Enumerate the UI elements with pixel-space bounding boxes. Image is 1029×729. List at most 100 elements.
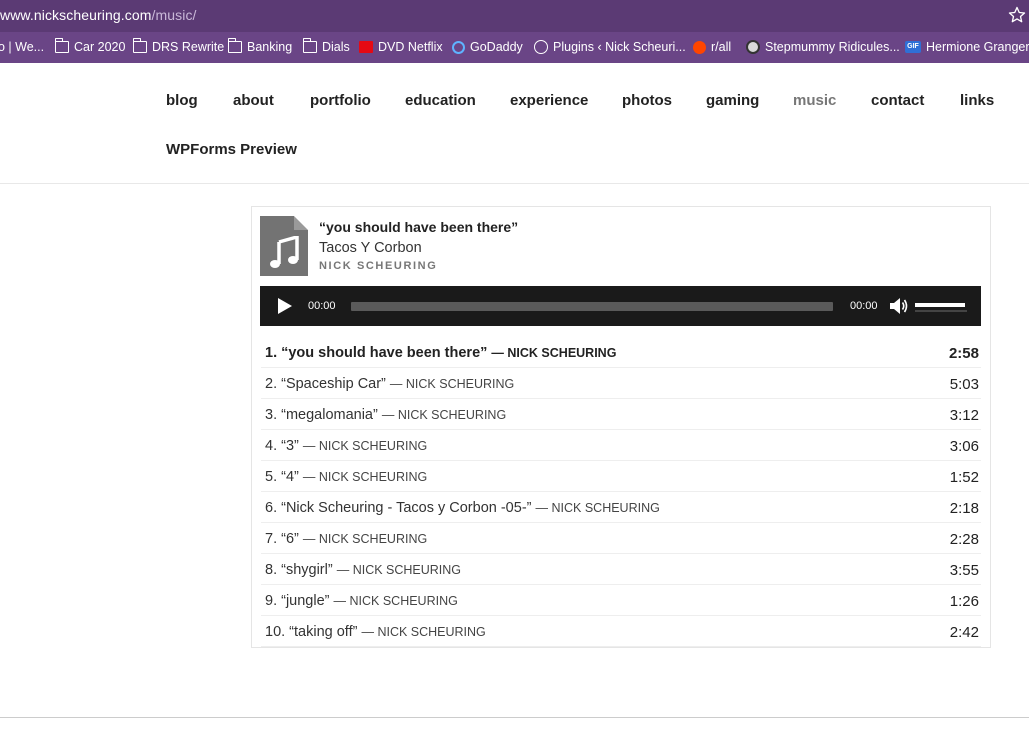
track-row[interactable]: 1. “you should have been there” — NICK S… <box>261 337 981 368</box>
bookmark-folder-car-2020[interactable]: Car 2020 <box>54 38 126 54</box>
bookmark-godaddy[interactable]: GoDaddy <box>452 40 523 54</box>
track-title: 3. “megalomania” — NICK SCHEURING <box>265 407 506 423</box>
nav-item-photos[interactable]: photos <box>622 92 672 109</box>
track-artist: — NICK SCHEURING <box>333 594 458 608</box>
bookmark-label: GoDaddy <box>470 40 523 54</box>
bookmark-item[interactable]: o | We... <box>0 40 44 54</box>
track-artist: — NICK SCHEURING <box>491 346 617 360</box>
url-host: www.nickscheuring.com <box>0 7 152 23</box>
nav-item-education[interactable]: education <box>405 92 476 109</box>
url-text[interactable]: www.nickscheuring.com/music/ <box>0 7 197 23</box>
track-title: 6. “Nick Scheuring - Tacos y Corbon -05-… <box>265 500 660 516</box>
nav-item-experience[interactable]: experience <box>510 92 588 109</box>
track-row[interactable]: 6. “Nick Scheuring - Tacos y Corbon -05-… <box>261 492 981 523</box>
track-length: 2:58 <box>948 345 979 362</box>
reddit-icon <box>693 40 706 54</box>
nav-item-portfolio[interactable]: portfolio <box>310 92 371 109</box>
now-playing-album: Tacos Y Corbon <box>319 240 422 256</box>
track-length: 2:42 <box>949 624 979 641</box>
nav-item-about[interactable]: about <box>233 92 274 109</box>
track-row[interactable]: 8. “shygirl” — NICK SCHEURING 3:55 <box>261 554 981 585</box>
track-artist: — NICK SCHEURING <box>535 501 660 515</box>
track-length: 1:52 <box>949 469 979 486</box>
bookmark-plugins[interactable]: Plugins ‹ Nick Scheuri... <box>534 40 686 54</box>
bookmark-label: Stepmummy Ridicules... <box>765 40 900 54</box>
track-row[interactable]: 2. “Spaceship Car” — NICK SCHEURING 5:03 <box>261 368 981 399</box>
audio-playlist: “you should have been there” Tacos Y Cor… <box>251 206 991 648</box>
track-name: 3. “megalomania” <box>265 407 378 423</box>
bookmark-label: Car 2020 <box>74 40 126 54</box>
track-row[interactable]: 3. “megalomania” — NICK SCHEURING 3:12 <box>261 399 981 430</box>
track-title: 1. “you should have been there” — NICK S… <box>265 345 616 361</box>
site-nav: blog about portfolio education experienc… <box>0 63 1029 184</box>
bookmark-dvd-netflix[interactable]: DVD Netflix <box>359 40 443 54</box>
nav-item-wpforms-preview[interactable]: WPForms Preview <box>166 141 297 158</box>
track-row[interactable]: 7. “6” — NICK SCHEURING 2:28 <box>261 523 981 554</box>
track-name: 4. “3” <box>265 438 299 454</box>
play-button[interactable] <box>278 298 292 314</box>
godaddy-icon <box>452 40 465 54</box>
bookmark-stepmummy[interactable]: Stepmummy Ridicules... <box>746 40 900 54</box>
bookmark-hermione[interactable]: GIF Hermione Granger <box>905 40 1029 54</box>
nav-item-contact[interactable]: contact <box>871 92 924 109</box>
track-row[interactable]: 10. “taking off” — NICK SCHEURING 2:42 <box>261 616 981 647</box>
track-name: 7. “6” <box>265 531 299 547</box>
track-length: 2:18 <box>949 500 979 517</box>
bookmark-label: Dials <box>322 40 350 54</box>
nav-item-blog[interactable]: blog <box>166 92 198 109</box>
track-name: 6. “Nick Scheuring - Tacos y Corbon -05-… <box>265 500 532 516</box>
track-row[interactable]: 9. “jungle” — NICK SCHEURING 1:26 <box>261 585 981 616</box>
track-name: 2. “Spaceship Car” <box>265 376 386 392</box>
panda-icon <box>746 40 760 54</box>
track-name: 8. “shygirl” <box>265 562 333 578</box>
bookmark-reddit-all[interactable]: r/all <box>693 40 731 54</box>
nav-item-links[interactable]: links <box>960 92 994 109</box>
bookmark-star-icon[interactable] <box>1007 5 1027 25</box>
bookmark-folder-banking[interactable]: Banking <box>227 38 293 54</box>
track-title: 5. “4” — NICK SCHEURING <box>265 469 427 485</box>
bookmark-label: DVD Netflix <box>378 40 443 54</box>
nav-item-music[interactable]: music <box>793 92 836 109</box>
globe-icon <box>534 40 548 54</box>
folder-icon <box>227 38 242 53</box>
track-length: 3:12 <box>949 407 979 424</box>
track-name: 9. “jungle” <box>265 593 330 609</box>
track-list: 1. “you should have been there” — NICK S… <box>261 337 981 647</box>
browser-url-bar[interactable]: www.nickscheuring.com/music/ <box>0 0 1029 32</box>
bookmark-label: Banking <box>247 40 293 54</box>
volume-icon[interactable] <box>889 297 909 315</box>
track-artist: — NICK SCHEURING <box>302 470 428 484</box>
track-row[interactable]: 4. “3” — NICK SCHEURING 3:06 <box>261 430 981 461</box>
nav-item-gaming[interactable]: gaming <box>706 92 759 109</box>
track-title: 4. “3” — NICK SCHEURING <box>265 438 427 454</box>
now-playing-title: “you should have been there” <box>319 219 519 235</box>
track-name: 1. “you should have been there” <box>265 345 488 361</box>
track-length: 5:03 <box>949 376 979 393</box>
track-artist: — NICK SCHEURING <box>302 439 428 453</box>
folder-icon <box>132 38 147 53</box>
track-name: 10. “taking off” <box>265 624 358 640</box>
bookmark-folder-dials[interactable]: Dials <box>302 38 350 54</box>
current-time: 00:00 <box>308 300 336 312</box>
volume-slider[interactable] <box>915 303 967 312</box>
track-name: 5. “4” <box>265 469 299 485</box>
track-artist: — NICK SCHEURING <box>361 625 486 639</box>
duration-time: 00:00 <box>850 300 878 312</box>
track-title: 9. “jungle” — NICK SCHEURING <box>265 593 458 609</box>
bookmark-label: Plugins ‹ Nick Scheuri... <box>553 40 686 54</box>
track-artist: — NICK SCHEURING <box>381 408 507 422</box>
track-artist: — NICK SCHEURING <box>336 563 462 577</box>
track-title: 10. “taking off” — NICK SCHEURING <box>265 624 486 640</box>
bookmark-folder-drs-rewrite[interactable]: DRS Rewrite <box>132 38 225 54</box>
seek-bar[interactable] <box>351 302 833 311</box>
bookmark-label: Hermione Granger <box>926 40 1029 54</box>
bookmarks-bar: o | We... Car 2020 DRS Rewrite Banking D… <box>0 32 1029 63</box>
audio-player: 00:00 00:00 <box>260 286 981 326</box>
track-row[interactable]: 5. “4” — NICK SCHEURING 1:52 <box>261 461 981 492</box>
folder-icon <box>302 38 317 53</box>
track-length: 3:06 <box>949 438 979 455</box>
track-length: 1:26 <box>949 593 979 610</box>
taskbar-edge <box>0 717 1029 718</box>
bookmark-label: DRS Rewrite <box>152 40 225 54</box>
track-length: 2:28 <box>949 531 979 548</box>
